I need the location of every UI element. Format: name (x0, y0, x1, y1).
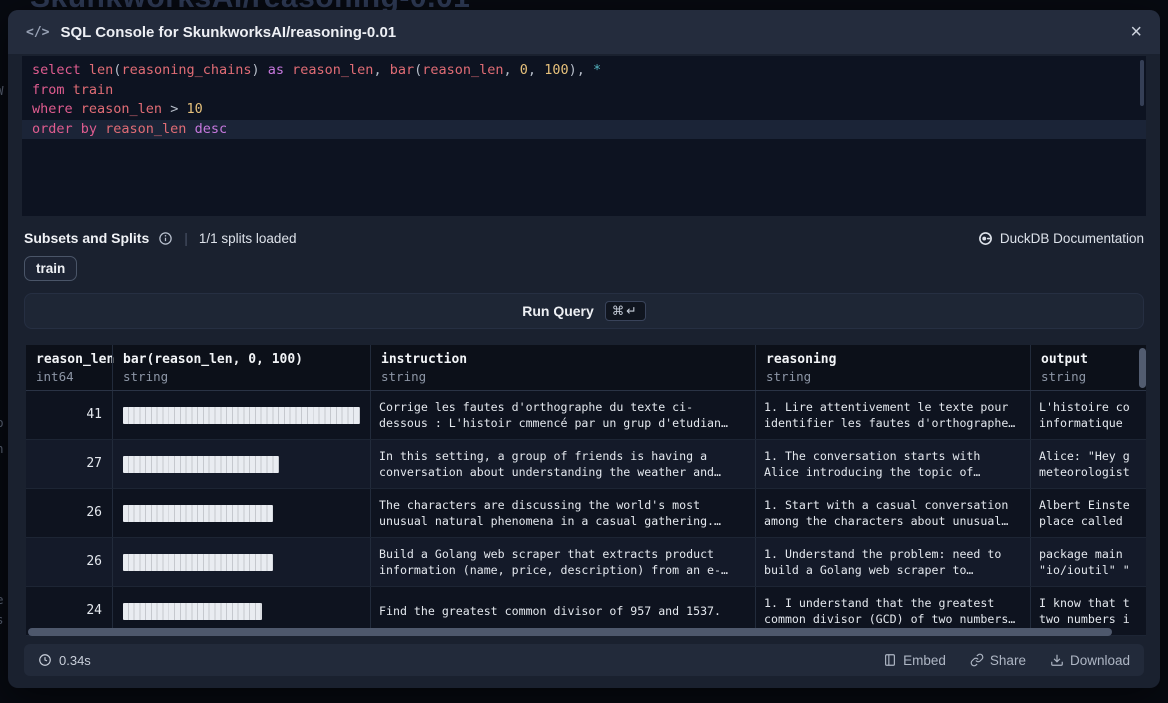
table-row[interactable]: 27 In this setting, a group of friends i… (26, 440, 1146, 489)
column-header-reasoning: reasoning string (755, 345, 1030, 390)
cell-output: package main "io/ioutil" " (1030, 538, 1146, 586)
cell-reason-len: 41 (26, 391, 112, 439)
column-header-output: output string (1030, 345, 1146, 390)
cell-bar (112, 538, 370, 586)
splits-chip-row: train (24, 256, 77, 281)
close-icon[interactable]: × (1130, 22, 1142, 42)
column-header-reason-len: reason_len int64 (26, 345, 112, 390)
bar-visualization (123, 603, 262, 620)
run-query-button[interactable]: Run Query ⌘↵ (24, 293, 1144, 329)
cell-bar (112, 489, 370, 537)
sql-code: select len(reasoning_chains) as reason_l… (22, 61, 1146, 139)
clock-icon (38, 653, 52, 667)
footer-actions: Embed Share Download (883, 653, 1130, 668)
splits-loaded-status: 1/1 splits loaded (199, 231, 297, 246)
sql-line[interactable]: where reason_len > 10 (22, 100, 1146, 120)
duckdb-documentation-link[interactable]: DuckDB Documentation (978, 231, 1144, 246)
table-body: 41 Corrige les fautes d'orthographe du t… (26, 391, 1146, 636)
background-text-fragment: W (0, 83, 8, 98)
cell-instruction: The characters are discussing the world'… (370, 489, 755, 537)
vertical-scrollbar-thumb[interactable] (1139, 348, 1146, 388)
cell-instruction: Corrige les fautes d'orthographe du text… (370, 391, 755, 439)
keyboard-shortcut-badge: ⌘↵ (605, 301, 646, 321)
download-icon (1050, 653, 1064, 667)
table-row[interactable]: 26 Build a Golang web scraper that extra… (26, 538, 1146, 587)
cell-reasoning: 1. Lire attentivement le texte pourident… (755, 391, 1030, 439)
code-icon: </> (26, 25, 49, 40)
info-icon[interactable] (158, 231, 173, 246)
bar-visualization (123, 505, 273, 522)
query-duration: 0.34s (38, 653, 91, 668)
cell-reasoning: 1. The conversation starts withAlice int… (755, 440, 1030, 488)
cell-reason-len: 26 (26, 489, 112, 537)
table-horizontal-scrollbar[interactable] (28, 628, 1134, 636)
table-vertical-scrollbar[interactable] (1139, 345, 1146, 638)
table-header-row: reason_len int64 bar(reason_len, 0, 100)… (26, 345, 1146, 391)
cell-bar (112, 440, 370, 488)
sql-editor[interactable]: select len(reasoning_chains) as reason_l… (22, 56, 1146, 216)
cell-reasoning: 1. Start with a casual conversationamong… (755, 489, 1030, 537)
background-text-fragment: s (0, 612, 8, 627)
embed-button[interactable]: Embed (883, 653, 946, 668)
cell-output: L'histoire coinformatique (1030, 391, 1146, 439)
bar-visualization (123, 407, 360, 424)
background-text-fragment: b (0, 415, 8, 430)
cell-output: Albert Einsteplace called (1030, 489, 1146, 537)
column-header-instruction: instruction string (370, 345, 755, 390)
column-header-bar: bar(reason_len, 0, 100) string (112, 345, 370, 390)
results-table: reason_len int64 bar(reason_len, 0, 100)… (26, 345, 1146, 638)
modal-title: SQL Console for SkunkworksAI/reasoning-0… (60, 24, 396, 41)
sql-console-modal: </> SQL Console for SkunkworksAI/reasoni… (8, 10, 1160, 688)
embed-icon (883, 653, 897, 667)
share-button[interactable]: Share (970, 653, 1026, 668)
cell-output: Alice: "Hey gmeteorologist (1030, 440, 1146, 488)
duckdb-documentation-label: DuckDB Documentation (1000, 231, 1144, 246)
modal-footer: 0.34s Embed Share Download (24, 644, 1144, 676)
sql-line[interactable]: select len(reasoning_chains) as reason_l… (22, 61, 1146, 81)
subsets-row: Subsets and Splits | 1/1 splits loaded D… (24, 227, 1144, 249)
table-row[interactable]: 26 The characters are discussing the wor… (26, 489, 1146, 538)
sql-line[interactable]: from train (22, 81, 1146, 101)
modal-titlebar: </> SQL Console for SkunkworksAI/reasoni… (8, 10, 1160, 54)
bar-visualization (123, 554, 273, 571)
bar-visualization (123, 456, 279, 473)
download-button[interactable]: Download (1050, 653, 1130, 668)
duckdb-logo-icon (978, 231, 993, 246)
sql-line[interactable]: order by reason_len desc (22, 120, 1146, 140)
cell-reason-len: 26 (26, 538, 112, 586)
link-icon (970, 653, 984, 667)
cell-reasoning: 1. Understand the problem: need tobuild … (755, 538, 1030, 586)
cell-instruction: In this setting, a group of friends is h… (370, 440, 755, 488)
cell-instruction: Build a Golang web scraper that extracts… (370, 538, 755, 586)
background-text-fragment: h (0, 441, 8, 456)
horizontal-scrollbar-thumb[interactable] (28, 628, 1112, 636)
background-text-fragment: e (0, 592, 8, 607)
split-chip-train[interactable]: train (24, 256, 77, 281)
subsets-heading: Subsets and Splits (24, 230, 149, 246)
cell-bar (112, 391, 370, 439)
table-row[interactable]: 41 Corrige les fautes d'orthographe du t… (26, 391, 1146, 440)
divider: | (182, 230, 190, 246)
cell-reason-len: 27 (26, 440, 112, 488)
run-query-label: Run Query (522, 303, 594, 319)
